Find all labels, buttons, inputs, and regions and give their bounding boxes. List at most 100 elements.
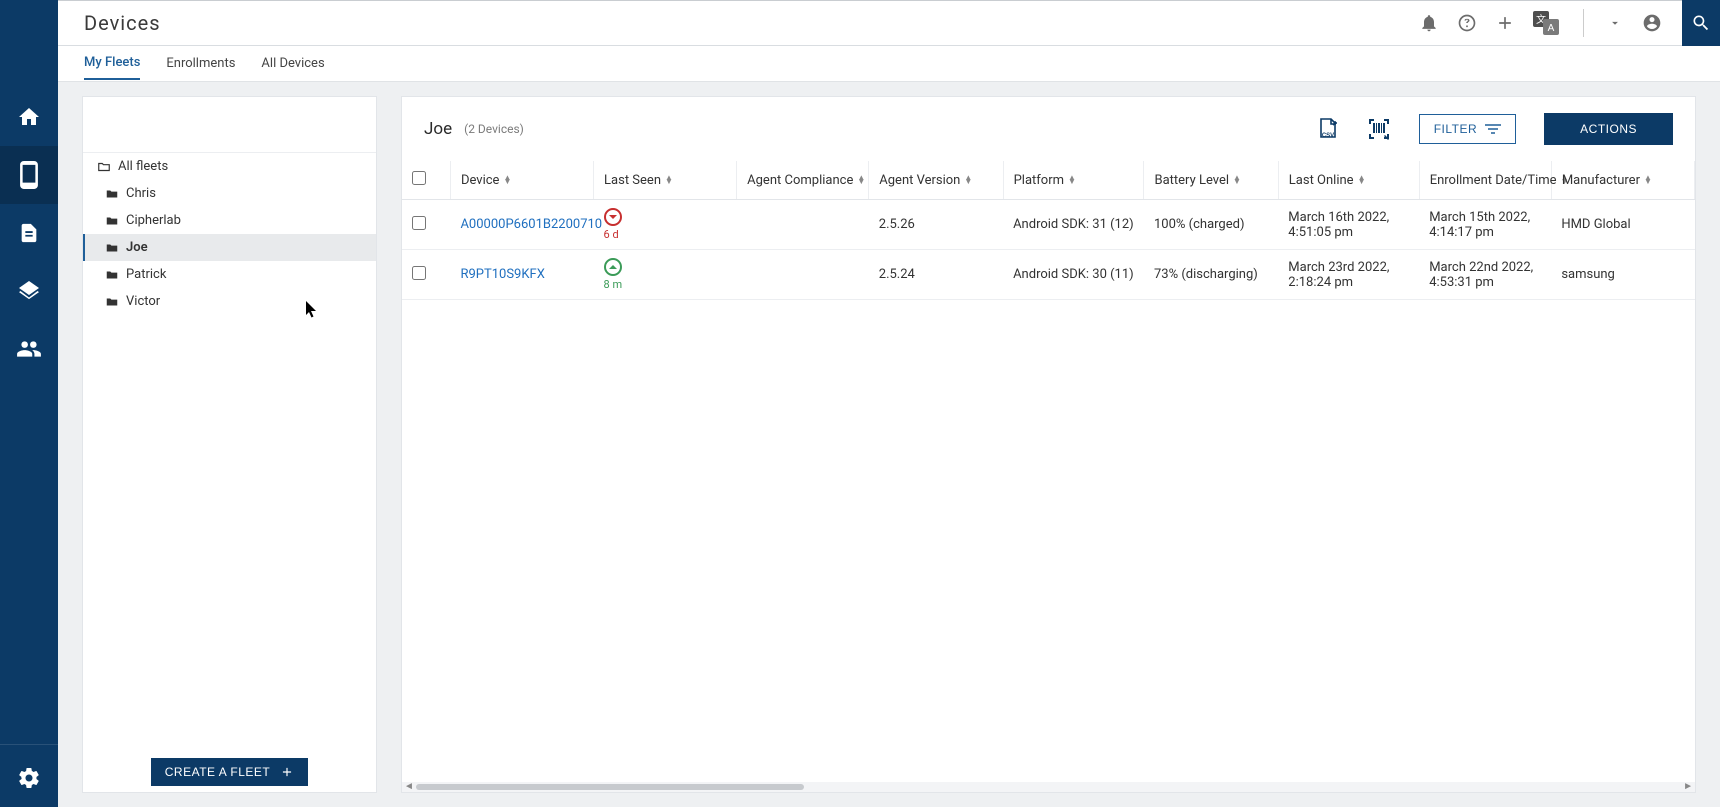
- agent-version-cell: 2.5.24: [869, 250, 1003, 300]
- col-agent-version[interactable]: Agent Version▲▼: [869, 161, 1003, 200]
- search-button[interactable]: [1682, 0, 1720, 46]
- filter-button[interactable]: FILTER: [1419, 114, 1516, 144]
- scroll-thumb[interactable]: [416, 784, 804, 790]
- fleet-item-cipherlab[interactable]: Cipherlab: [83, 207, 376, 234]
- folder-icon: [105, 295, 119, 309]
- tab-enrollments[interactable]: Enrollments: [166, 48, 235, 79]
- nav-devices[interactable]: [0, 146, 58, 204]
- tab-my-fleets[interactable]: My Fleets: [84, 47, 140, 80]
- plus-icon[interactable]: [1495, 13, 1515, 33]
- agent-compliance-cell: [737, 250, 869, 300]
- document-icon: [18, 222, 40, 244]
- enrollment-cell: March 22nd 2022, 4:53:31 pm: [1419, 250, 1551, 300]
- nav-users[interactable]: [0, 320, 58, 378]
- fleet-item-patrick[interactable]: Patrick: [83, 261, 376, 288]
- svg-text:CSV: CSV: [1322, 133, 1334, 139]
- horizontal-scrollbar[interactable]: ◄ ►: [402, 782, 1695, 792]
- row-checkbox[interactable]: [412, 266, 426, 280]
- platform-cell: Android SDK: 30 (11): [1003, 250, 1144, 300]
- devices-table: Device▲▼ Last Seen▲▼ Agent Compliance▲▼ …: [402, 161, 1695, 300]
- row-checkbox[interactable]: [412, 216, 426, 230]
- last-online-cell: March 16th 2022, 4:51:05 pm: [1278, 200, 1419, 250]
- fleet-all[interactable]: All fleets: [83, 153, 376, 180]
- tabs: My Fleets Enrollments All Devices: [58, 46, 1720, 82]
- translate-icon[interactable]: 文A: [1533, 11, 1559, 35]
- users-icon: [16, 338, 42, 360]
- folder-icon: [105, 241, 119, 255]
- col-platform[interactable]: Platform▲▼: [1003, 161, 1144, 200]
- nav-layers[interactable]: [0, 262, 58, 320]
- status-down-icon: [604, 208, 622, 226]
- fleet-count: (2 Devices): [464, 122, 524, 136]
- table-scroll[interactable]: Device▲▼ Last Seen▲▼ Agent Compliance▲▼ …: [402, 161, 1695, 782]
- col-battery[interactable]: Battery Level▲▼: [1144, 161, 1278, 200]
- fleet-label: Cipherlab: [126, 213, 181, 228]
- col-last-seen[interactable]: Last Seen▲▼: [594, 161, 737, 200]
- col-enrollment[interactable]: Enrollment Date/Time▲▼: [1419, 161, 1551, 200]
- actions-label: ACTIONS: [1580, 122, 1637, 136]
- fleet-name: Joe: [424, 119, 452, 139]
- layers-icon: [17, 279, 41, 303]
- fleet-panel: All fleets Chris Cipherlab Joe Patrick V…: [82, 96, 377, 793]
- search-icon: [1691, 13, 1711, 33]
- csv-icon: CSV: [1317, 117, 1339, 141]
- chevron-down-icon[interactable]: [1608, 13, 1622, 33]
- device-link[interactable]: R9PT10S9KFX: [460, 267, 544, 282]
- manufacturer-cell: HMD Global: [1551, 200, 1694, 250]
- fleet-label: Victor: [126, 294, 160, 309]
- last-seen-cell: 8 m: [604, 258, 727, 291]
- filter-label: FILTER: [1434, 122, 1477, 136]
- fleet-label: Chris: [126, 186, 156, 201]
- export-csv-button[interactable]: CSV: [1317, 117, 1339, 141]
- device-link[interactable]: A00000P6601B2200710: [460, 217, 602, 232]
- battery-cell: 100% (charged): [1144, 200, 1278, 250]
- scan-button[interactable]: [1367, 117, 1391, 141]
- folder-icon: [105, 187, 119, 201]
- fleet-all-label: All fleets: [118, 159, 168, 174]
- nav-documents[interactable]: [0, 204, 58, 262]
- table-row: R9PT10S9KFX 8 m 2.5.24 Android SDK: 30: [402, 250, 1695, 300]
- fleet-label: Joe: [126, 240, 148, 255]
- select-all-checkbox[interactable]: [412, 171, 426, 185]
- last-seen-text: 6 d: [604, 228, 619, 241]
- top-header: Devices 文A: [58, 0, 1720, 46]
- folder-icon: [105, 268, 119, 282]
- scroll-left-icon: ◄: [404, 781, 414, 792]
- platform-cell: Android SDK: 31 (12): [1003, 200, 1144, 250]
- battery-cell: 73% (discharging): [1144, 250, 1278, 300]
- page-title: Devices: [84, 11, 161, 35]
- bell-icon[interactable]: [1419, 13, 1439, 33]
- agent-compliance-cell: [737, 200, 869, 250]
- col-agent-compliance[interactable]: Agent Compliance▲▼: [737, 161, 869, 200]
- fleet-filter-area: [83, 97, 376, 153]
- col-device[interactable]: Device▲▼: [450, 161, 593, 200]
- table-row: A00000P6601B2200710 6 d 2.5.26 Android: [402, 200, 1695, 250]
- filter-icon: [1485, 123, 1501, 135]
- tab-all-devices[interactable]: All Devices: [261, 48, 324, 79]
- last-online-cell: March 23rd 2022, 2:18:24 pm: [1278, 250, 1419, 300]
- nav-settings[interactable]: [0, 749, 58, 807]
- enrollment-cell: March 15th 2022, 4:14:17 pm: [1419, 200, 1551, 250]
- folder-outline-icon: [97, 160, 111, 174]
- fleet-item-joe[interactable]: Joe: [83, 234, 376, 261]
- fleet-item-victor[interactable]: Victor: [83, 288, 376, 315]
- content: All fleets Chris Cipherlab Joe Patrick V…: [58, 82, 1720, 807]
- actions-button[interactable]: ACTIONS: [1544, 113, 1673, 145]
- main-header: Joe (2 Devices) CSV: [402, 97, 1695, 161]
- col-last-online[interactable]: Last Online▲▼: [1278, 161, 1419, 200]
- create-fleet-label: CREATE A FLEET: [165, 765, 270, 779]
- vertical-nav: [0, 0, 58, 807]
- scroll-right-icon: ►: [1683, 781, 1693, 792]
- help-icon[interactable]: [1457, 13, 1477, 33]
- col-manufacturer[interactable]: Manufacturer▲▼: [1551, 161, 1694, 200]
- phone-icon: [19, 161, 39, 189]
- plus-icon: [280, 765, 294, 779]
- fleet-list: All fleets Chris Cipherlab Joe Patrick V…: [83, 153, 376, 752]
- last-seen-text: 8 m: [604, 278, 623, 291]
- folder-icon: [105, 214, 119, 228]
- account-icon[interactable]: [1640, 13, 1664, 33]
- create-fleet-button[interactable]: CREATE A FLEET: [151, 758, 308, 786]
- fleet-item-chris[interactable]: Chris: [83, 180, 376, 207]
- last-seen-cell: 6 d: [604, 208, 727, 241]
- nav-home[interactable]: [0, 88, 58, 146]
